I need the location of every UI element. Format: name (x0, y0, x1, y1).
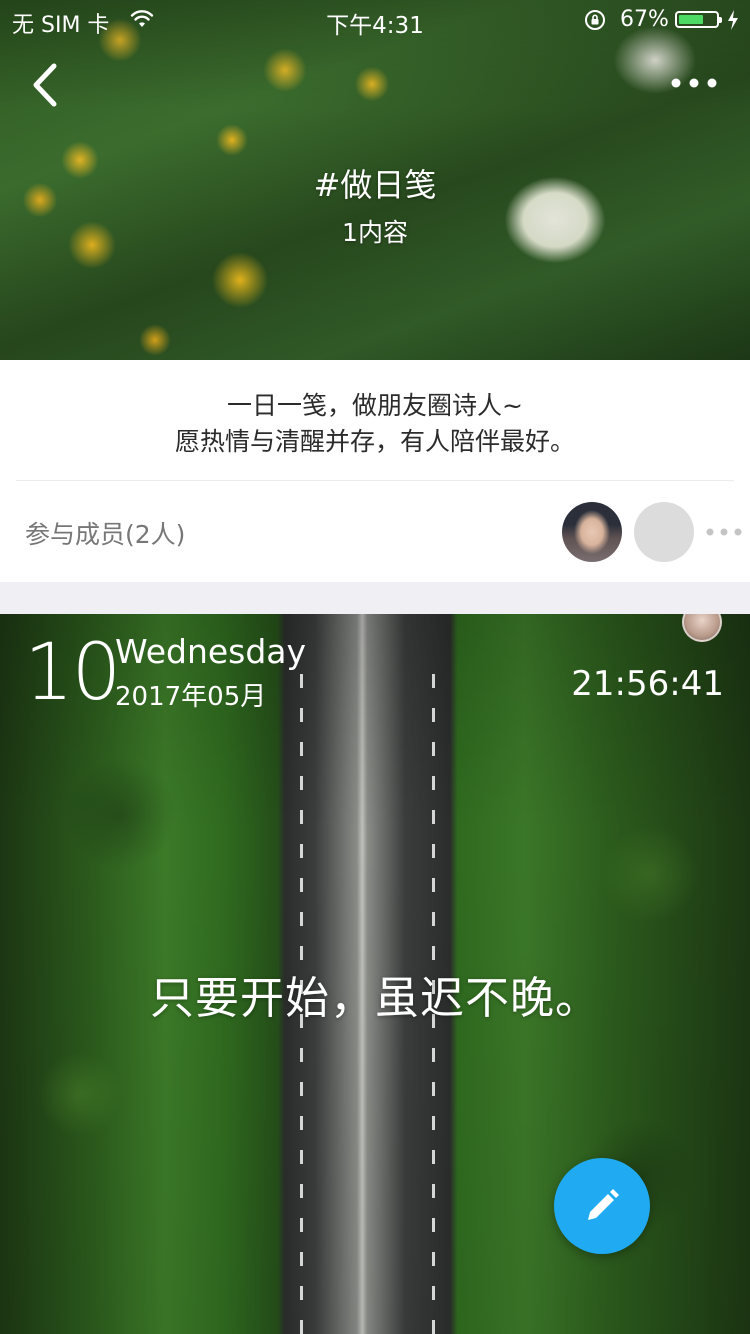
more-icon[interactable] (664, 68, 724, 98)
description-line-2: 愿热情与清醒并存，有人陪伴最好。 (174, 427, 575, 456)
pencil-icon (588, 1189, 619, 1220)
member-avatar-2[interactable] (634, 502, 694, 562)
topic-description: 一日一笺，做朋友圈诗人~ 愿热情与清醒并存，有人陪伴最好。 (0, 388, 750, 460)
card-weekday: Wednesday (115, 632, 307, 671)
topic-title: #做日笺 (313, 166, 437, 204)
card-quote: 只要开始，虽迟不晚。 (150, 973, 600, 1024)
charging-bolt-icon (728, 10, 738, 30)
content-count: 1内容 (342, 218, 408, 247)
battery-icon (675, 11, 722, 28)
members-more-icon[interactable] (704, 526, 744, 538)
orientation-lock-icon (585, 10, 605, 30)
card-month: 2017年05月 (115, 682, 267, 712)
card-time: 21:56:41 (571, 664, 724, 704)
member-avatar-1[interactable] (562, 502, 622, 562)
description-line-1: 一日一笺，做朋友圈诗人~ (227, 391, 523, 420)
members-label[interactable]: 参与成员(2人) (25, 515, 185, 551)
post-author-avatar[interactable] (682, 614, 722, 642)
topic-info-panel: 一日一笺，做朋友圈诗人~ 愿热情与清醒并存，有人陪伴最好。 参与成员(2人) (0, 360, 750, 582)
status-bar: 无 SIM 卡 下午4:31 67% (0, 0, 750, 40)
battery-percent: 67% (620, 7, 669, 32)
compose-button[interactable] (554, 1158, 650, 1254)
card-day: 10 (24, 628, 121, 718)
divider (16, 480, 734, 481)
back-icon[interactable] (26, 60, 66, 110)
